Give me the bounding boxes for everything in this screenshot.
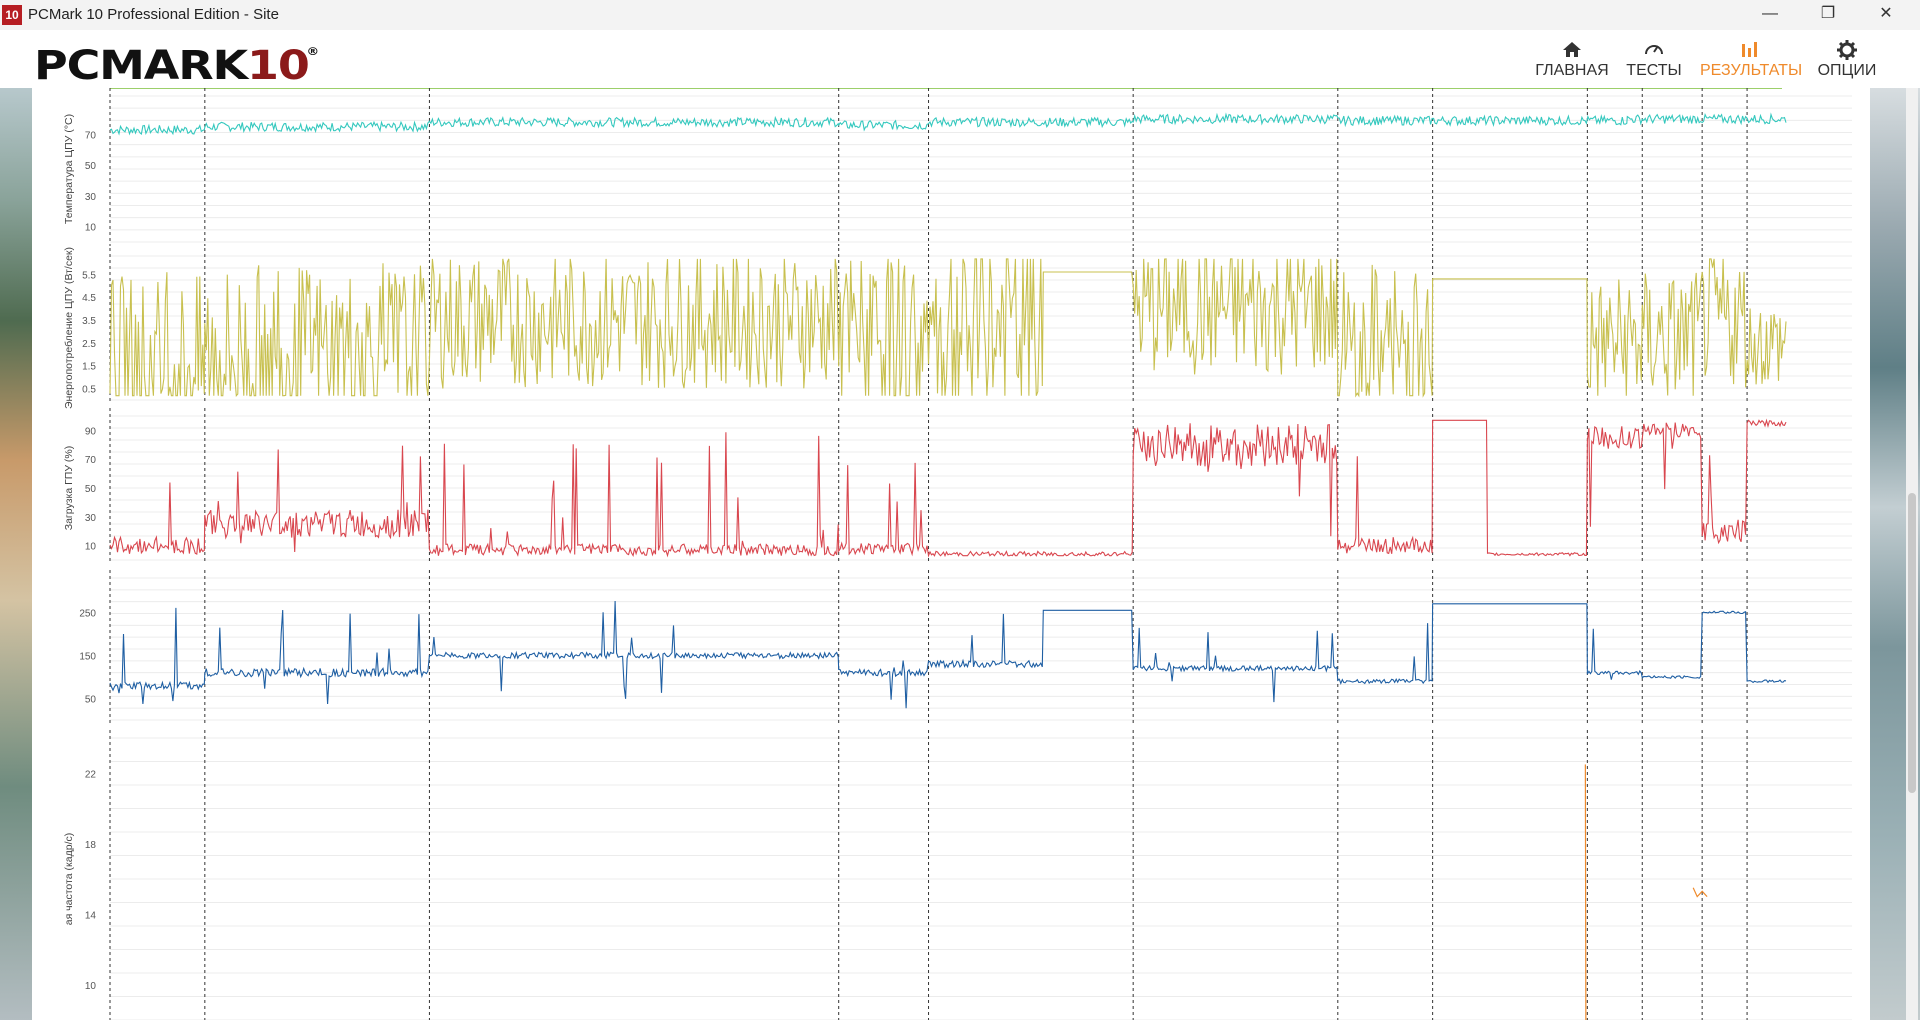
y-tick-label: 3.5: [82, 316, 96, 327]
scrollbar-thumb[interactable]: [1908, 493, 1916, 793]
y-tick-label: 50: [85, 484, 97, 495]
y-tick-label: 250: [79, 608, 96, 619]
monitoring-charts: 10 30 50 70 Температура ЦПУ (°C) 0.5 1.5 2.5 3.5…: [63, 88, 1852, 1020]
gear-icon: [1837, 40, 1857, 60]
chart-panel-1: 10 30 50 70 Температура ЦПУ (°C): [63, 88, 1852, 246]
y-tick-label: 70: [85, 130, 97, 141]
chart-panel-4: 50 150 250: [79, 570, 1852, 724]
nav-home[interactable]: ГЛАВНАЯ: [1532, 38, 1612, 88]
y-axis-label: ая частота (кадр/с): [63, 833, 75, 926]
nav-results-label: РЕЗУЛЬТАТЫ: [1700, 62, 1803, 79]
gauge-icon: [1645, 45, 1663, 55]
nav-tests[interactable]: ТЕСТЫ: [1624, 38, 1684, 88]
chart-panel-2: 0.5 1.5 2.5 3.5 4.5 5.5 Энергопотребление ЦПУ …: [63, 247, 1852, 409]
y-tick-label: 14: [85, 910, 97, 921]
y-tick-label: 18: [85, 840, 97, 851]
maximize-button[interactable]: ❐: [1805, 0, 1851, 30]
app-icon: 10: [2, 5, 22, 25]
logo-number: 10: [247, 43, 310, 89]
app-header: PCMARK10® ГЛАВНАЯ ТЕСТЫ РЕЗУЛЬТАТЫ ОПЦИИ: [0, 30, 1920, 89]
chart-panel-3: 10 30 50 70 90 Загрузка ГПУ (%): [63, 408, 1852, 564]
series-line: [109, 112, 1787, 136]
bar-chart-icon: [1742, 42, 1757, 57]
y-tick-label: 0.5: [82, 385, 96, 396]
y-tick-label: 10: [85, 542, 97, 553]
window-title: PCMark 10 Professional Edition - Site: [28, 6, 279, 23]
y-axis-label: Загрузка ГПУ (%): [63, 446, 75, 531]
vertical-scrollbar[interactable]: [1906, 88, 1918, 1020]
y-tick-label: 4.5: [82, 293, 96, 304]
y-tick-label: 10: [85, 981, 97, 992]
minimize-button[interactable]: —: [1747, 0, 1793, 30]
y-tick-label: 10: [85, 223, 97, 234]
background-photo-left: [0, 88, 32, 1020]
logo-text: PCMARK: [34, 43, 248, 89]
y-tick-label: 90: [85, 426, 97, 437]
nav-tests-label: ТЕСТЫ: [1626, 62, 1682, 79]
y-tick-label: 22: [85, 769, 97, 780]
y-tick-label: 5.5: [82, 270, 96, 281]
y-tick-label: 30: [85, 192, 97, 203]
nav-options-label: ОПЦИИ: [1817, 62, 1877, 79]
y-tick-label: 70: [85, 455, 97, 466]
logo-registered-mark: ®: [306, 45, 319, 58]
window-title-bar: 10 PCMark 10 Professional Edition - Site…: [0, 0, 1920, 30]
y-axis-label: Энергопотребление ЦПУ (Вт/сек): [63, 247, 75, 409]
nav-home-label: ГЛАВНАЯ: [1535, 62, 1609, 79]
results-panel[interactable]: 10 30 50 70 Температура ЦПУ (°C) 0.5 1.5 2.5 3.5…: [32, 88, 1870, 1020]
nav-options[interactable]: ОПЦИИ: [1812, 38, 1882, 88]
series-line: [109, 258, 1787, 398]
y-tick-label: 150: [79, 651, 96, 662]
nav-results[interactable]: РЕЗУЛЬТАТЫ: [1700, 38, 1803, 88]
pcmark-logo[interactable]: PCMARK10®: [34, 43, 320, 89]
chart-panel-5: 10 14 18 22 ая частота (кадр/с): [63, 730, 1852, 1020]
y-tick-label: 1.5: [82, 362, 96, 373]
y-tick-label: 30: [85, 513, 97, 524]
y-axis-label: Температура ЦПУ (°C): [63, 114, 75, 224]
y-tick-label: 50: [85, 161, 97, 172]
close-button[interactable]: ✕: [1863, 0, 1909, 30]
home-icon: [1563, 42, 1581, 57]
series-line: [1692, 887, 1708, 898]
y-tick-label: 50: [85, 694, 97, 705]
series-line: [109, 600, 1787, 709]
y-tick-label: 2.5: [82, 339, 96, 350]
